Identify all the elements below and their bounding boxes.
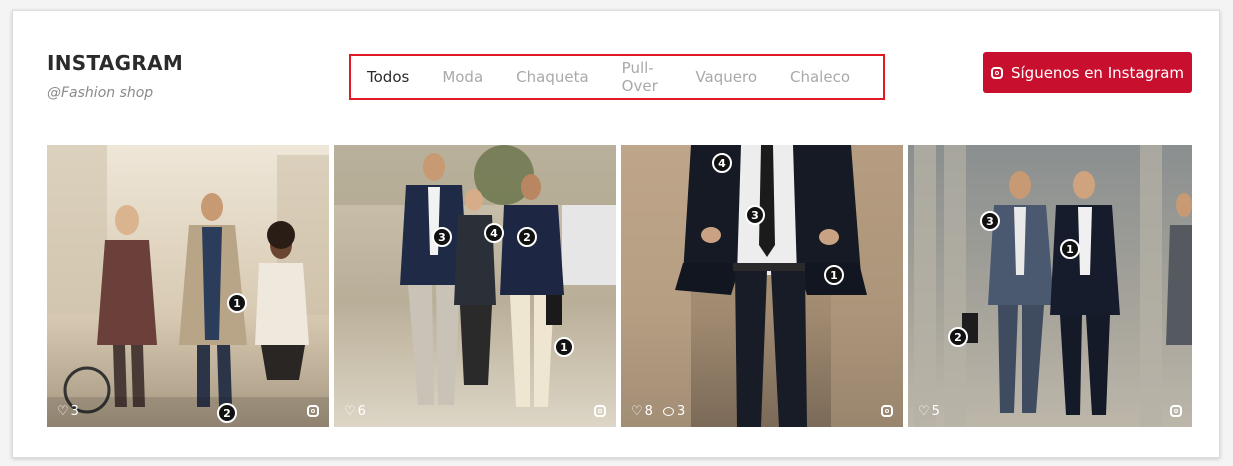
comments-count: 3	[676, 404, 686, 419]
photo-gallery: 1 2 ♡ 3 3 4 2 1 ♡ 6 4 3 1 ♡ 8 3 3 1 2 ♡ …	[47, 145, 1192, 427]
widget-title: INSTAGRAM	[47, 51, 184, 75]
hotspot-marker[interactable]: 3	[745, 205, 765, 225]
photo-stats: ♡ 6	[344, 404, 366, 419]
hotspot-marker[interactable]: 1	[554, 337, 574, 357]
instagram-widget: INSTAGRAM @Fashion shop Todos Moda Chaqu…	[12, 10, 1220, 458]
follow-button-label: Síguenos en Instagram	[1010, 63, 1185, 82]
gallery-photo-2[interactable]: 3 4 2 1 ♡ 6	[334, 145, 616, 427]
hotspot-marker[interactable]: 2	[517, 227, 537, 247]
hotspot-marker[interactable]: 3	[432, 227, 452, 247]
tab-chaqueta[interactable]: Chaqueta	[516, 68, 589, 86]
hotspot-marker[interactable]: 1	[227, 293, 247, 313]
follow-instagram-button[interactable]: Síguenos en Instagram	[983, 52, 1192, 93]
likes-count: 6	[357, 404, 366, 419]
instagram-icon[interactable]	[1170, 405, 1182, 417]
tab-todos[interactable]: Todos	[367, 68, 409, 86]
instagram-icon[interactable]	[881, 405, 893, 417]
heart-icon: ♡	[918, 404, 930, 419]
instagram-icon	[990, 66, 1003, 79]
likes-count: 5	[931, 404, 940, 419]
hotspot-marker[interactable]: 4	[484, 223, 504, 243]
gallery-photo-3[interactable]: 4 3 1 ♡ 8 3	[621, 145, 903, 427]
instagram-icon[interactable]	[594, 405, 606, 417]
hotspot-marker[interactable]: 1	[824, 265, 844, 285]
tab-pull-over[interactable]: Pull-Over	[622, 59, 663, 95]
hotspot-marker[interactable]: 1	[1060, 239, 1080, 259]
tab-vaquero[interactable]: Vaquero	[695, 68, 757, 86]
likes-count: 3	[70, 404, 79, 419]
likes-count: 8	[644, 404, 653, 419]
tab-moda[interactable]: Moda	[442, 68, 483, 86]
photo-image	[47, 145, 329, 427]
gallery-photo-4[interactable]: 3 1 2 ♡ 5	[908, 145, 1192, 427]
photo-image	[908, 145, 1192, 427]
photo-stats: ♡ 8 3	[631, 404, 685, 419]
heart-icon: ♡	[344, 404, 356, 419]
heart-icon: ♡	[57, 404, 69, 419]
hotspot-marker[interactable]: 2	[948, 327, 968, 347]
instagram-icon[interactable]	[307, 405, 319, 417]
brand-block: INSTAGRAM @Fashion shop	[47, 51, 183, 101]
comment-icon	[662, 407, 674, 416]
photo-image	[334, 145, 616, 427]
photo-stats: ♡ 3	[57, 404, 79, 419]
photo-image	[621, 145, 903, 427]
photo-stats: ♡ 5	[918, 404, 940, 419]
tab-chaleco[interactable]: Chaleco	[790, 68, 850, 86]
heart-icon: ♡	[631, 404, 643, 419]
account-handle: @Fashion shop	[47, 85, 154, 101]
hotspot-marker[interactable]: 3	[980, 211, 1000, 231]
hotspot-marker[interactable]: 4	[712, 153, 732, 173]
gallery-photo-1[interactable]: 1 2 ♡ 3	[47, 145, 329, 427]
hotspot-marker[interactable]: 2	[217, 403, 237, 423]
category-filter-tabs: Todos Moda Chaqueta Pull-Over Vaquero Ch…	[349, 54, 885, 100]
